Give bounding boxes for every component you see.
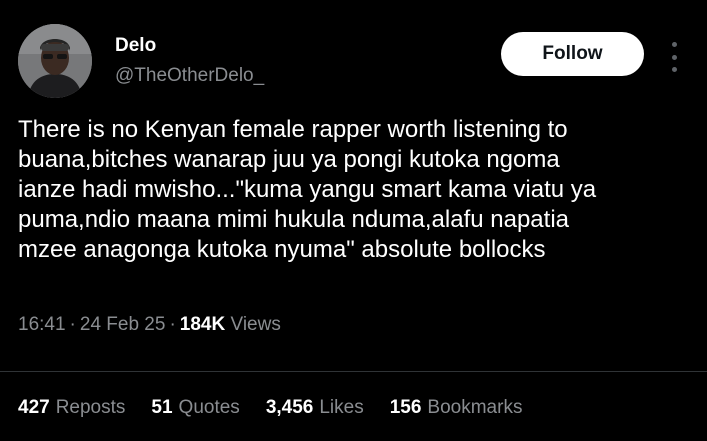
tweet-date[interactable]: 24 Feb 25 xyxy=(80,314,166,335)
more-dot xyxy=(671,67,677,72)
more-dot xyxy=(671,42,677,47)
meta-separator: · xyxy=(169,314,176,335)
quotes-count: 51 xyxy=(151,397,173,418)
quotes-stat[interactable]: 51 Quotes xyxy=(151,398,239,417)
tweet-header: Delo @TheOtherDelo_ Follow xyxy=(18,24,689,98)
more-vertical-icon[interactable] xyxy=(664,42,684,72)
tweet-meta: 16:41 · 24 Feb 25 · 184K Views xyxy=(18,315,281,334)
tweet-text: There is no Kenyan female rapper worth l… xyxy=(18,116,597,263)
likes-count: 3,456 xyxy=(265,397,314,418)
views-count: 184K xyxy=(179,314,226,335)
bookmarks-count: 156 xyxy=(389,397,422,418)
bookmarks-label: Bookmarks xyxy=(427,397,523,418)
avatar-image xyxy=(18,24,92,98)
reposts-label: Reposts xyxy=(55,397,126,418)
reposts-count: 427 xyxy=(18,397,50,418)
tweet-stats: 427 Reposts 51 Quotes 3,456 Likes 156 Bookmarks xyxy=(18,398,522,417)
more-dot xyxy=(671,54,677,60)
meta-separator: · xyxy=(69,314,76,335)
follow-button[interactable]: Follow xyxy=(501,32,644,76)
tweet-time[interactable]: 16:41 xyxy=(18,314,66,335)
bookmarks-stat[interactable]: 156 Bookmarks xyxy=(390,398,523,417)
author-handle[interactable]: @TheOtherDelo_ xyxy=(115,66,264,85)
views-label[interactable]: Views xyxy=(230,314,280,335)
likes-stat[interactable]: 3,456 Likes xyxy=(266,398,364,417)
author-name[interactable]: Delo xyxy=(115,36,156,55)
reposts-stat[interactable]: 427 Reposts xyxy=(18,398,125,417)
divider xyxy=(0,371,707,372)
likes-label: Likes xyxy=(319,397,364,418)
avatar[interactable] xyxy=(18,24,92,98)
quotes-label: Quotes xyxy=(178,397,240,418)
